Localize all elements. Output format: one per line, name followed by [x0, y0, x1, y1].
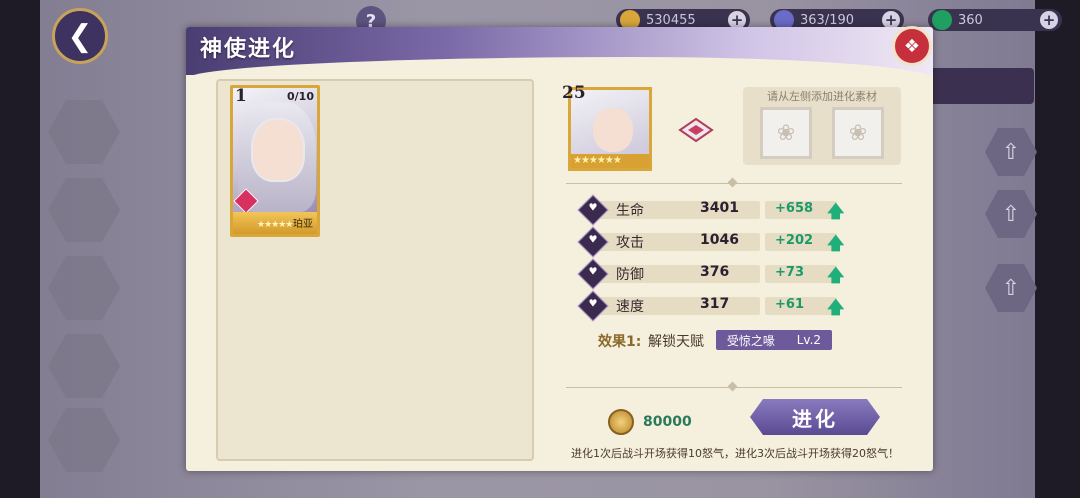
material-hint: 请从左侧添加进化素材 — [767, 90, 877, 103]
gem-icon — [932, 10, 952, 30]
stat-label: 速度 — [616, 299, 644, 315]
hero-card[interactable]: ╱ 1 0/10 ★★★★★ 珀亚 — [230, 85, 320, 237]
stat-bonus: +658 — [775, 201, 814, 216]
card-name: 珀亚 — [293, 219, 313, 230]
stat-bonus: +61 — [775, 297, 804, 312]
back-button[interactable]: ❮ — [52, 8, 108, 64]
stat-row-hp: ♥ 生命 3401 +658 🡅 — [577, 194, 882, 226]
gold-value: 530455 — [646, 12, 696, 28]
stat-value: 3401 — [700, 200, 739, 216]
evolve-cost: 80000 — [643, 414, 692, 430]
right-header-panel — [924, 68, 1034, 104]
evolve-button[interactable]: 进化 — [750, 399, 880, 435]
close-button[interactable]: ❖ — [892, 26, 932, 66]
right-edge — [1035, 0, 1080, 498]
stat-value: 317 — [700, 296, 730, 312]
talent-tag[interactable]: 受惊之喙 Lv.2 — [716, 330, 832, 350]
gems-value: 360 — [958, 12, 983, 28]
up-arrow-icon: 🡅 — [827, 202, 845, 222]
stat-label: 防御 — [616, 267, 644, 283]
heart-icon: ♥ — [577, 290, 609, 322]
up-arrow-icon: 🡅 — [827, 234, 845, 254]
material-slot-1[interactable]: ❀ — [760, 107, 812, 159]
header-wave — [186, 57, 933, 79]
card-face — [251, 118, 305, 182]
dialog-title: 神使进化 — [200, 37, 297, 62]
material-list-panel: ╱ 1 0/10 ★★★★★ 珀亚 — [216, 79, 534, 461]
up-arrow-icon: 🡅 — [827, 266, 845, 286]
resource-gems: 360 + — [928, 9, 1062, 31]
evolve-footnote: 进化1次后战斗开场获得10怒气，进化3次后战斗开场获得20怒气！ — [571, 447, 899, 460]
talent-name: 受惊之喙 — [726, 333, 775, 348]
effect-label: 效果1: — [598, 334, 642, 350]
divider-top — [566, 177, 902, 188]
left-edge — [0, 0, 40, 498]
heart-icon: ♥ — [577, 258, 609, 290]
dialog-header: 神使进化 — [186, 27, 933, 79]
flower-icon: ❀ — [776, 120, 796, 146]
heart-icon: ♥ — [577, 194, 609, 226]
portrait-stars: ★★★★★★ — [571, 154, 649, 168]
add-gems-button[interactable]: + — [1040, 11, 1058, 29]
card-level: 1 — [235, 86, 247, 106]
card-stars: ★★★★★ — [257, 220, 293, 230]
back-arrow-icon: ❮ — [67, 18, 93, 54]
stat-value: 376 — [700, 264, 730, 280]
divider-bottom — [566, 381, 902, 392]
stat-row-spd: ♥ 速度 317 +61 🡅 — [577, 290, 882, 322]
stat-row-def: ♥ 防御 376 +73 🡅 — [577, 258, 882, 290]
target-level: 25 — [562, 83, 586, 103]
stat-label: 攻击 — [616, 235, 644, 251]
material-slot-2[interactable]: ❀ — [832, 107, 884, 159]
flower-icon: ❀ — [848, 120, 868, 146]
up-arrow-icon: 🡅 — [827, 298, 845, 318]
effect-text: 解锁天赋 — [648, 334, 704, 350]
heart-icon: ♥ — [577, 226, 609, 258]
stat-value: 1046 — [700, 232, 739, 248]
stat-row-atk: ♥ 攻击 1046 +202 🡅 — [577, 226, 882, 258]
talent-level: Lv.2 — [796, 333, 822, 347]
stat-bonus: +202 — [775, 233, 814, 248]
evolution-dialog: 神使进化 ╱ 1 0/10 ★★★★★ 珀亚 ★★★★★★ 25 请从左侧添加进… — [186, 27, 933, 471]
close-icon: ❖ — [903, 35, 921, 57]
card-count: 0/10 — [287, 90, 314, 103]
stamina-value: 363/190 — [800, 12, 855, 28]
portrait-face — [593, 108, 633, 152]
coin-icon — [608, 409, 634, 435]
stat-label: 生命 — [616, 203, 644, 219]
stat-bonus: +73 — [775, 265, 804, 280]
evolve-arrow-icon — [674, 115, 718, 145]
